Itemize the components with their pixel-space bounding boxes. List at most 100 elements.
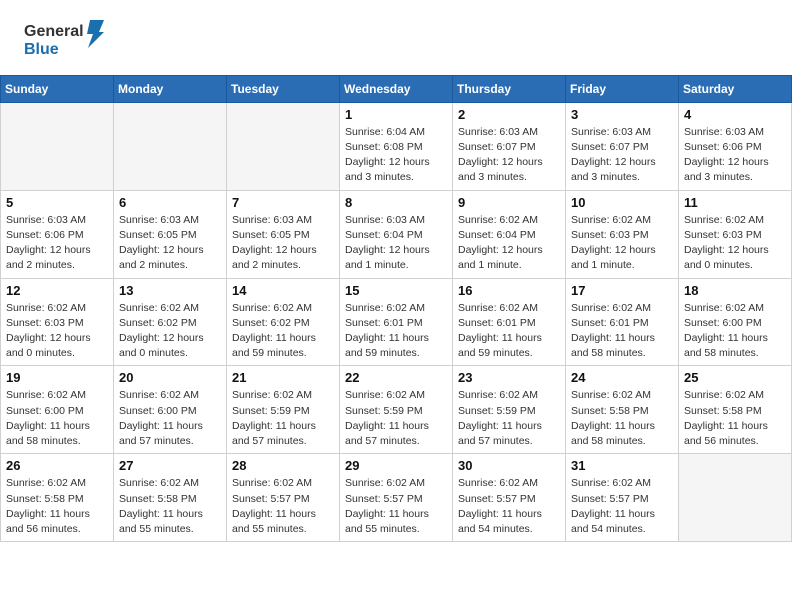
weekday-header-row: SundayMondayTuesdayWednesdayThursdayFrid… [1,75,792,102]
svg-text:General: General [24,23,84,40]
week-row-4: 19 Sunrise: 6:02 AMSunset: 6:00 PMDayligh… [1,366,792,454]
weekday-header-thursday: Thursday [453,75,566,102]
day-cell: 5 Sunrise: 6:03 AMSunset: 6:06 PMDaylight… [1,190,114,278]
day-number: 23 [458,370,560,385]
logo-text: General Blue [24,18,114,65]
day-cell: 22 Sunrise: 6:02 AMSunset: 5:59 PMDayligh… [340,366,453,454]
day-cell [1,102,114,190]
day-info: Sunrise: 6:02 AMSunset: 5:59 PMDaylight:… [458,388,560,449]
day-number: 31 [571,458,673,473]
day-cell: 21Sunrise: 6:02 AMSunset: 5:59 PMDayligh… [227,366,340,454]
day-info: Sunrise: 6:03 AMSunset: 6:05 PMDaylight:… [119,213,221,274]
day-number: 24 [571,370,673,385]
week-row-3: 12 Sunrise: 6:02 AMSunset: 6:03 PMDayligh… [1,278,792,366]
day-cell: 11 Sunrise: 6:02 AMSunset: 6:03 PMDayligh… [679,190,792,278]
day-number: 19 [6,370,108,385]
day-info: Sunrise: 6:02 AMSunset: 6:03 PMDaylight:… [684,213,786,274]
day-number: 14 [232,283,334,298]
weekday-header-monday: Monday [114,75,227,102]
day-number: 11 [684,195,786,210]
day-number: 28 [232,458,334,473]
day-cell: 9 Sunrise: 6:02 AMSunset: 6:04 PMDaylight… [453,190,566,278]
day-number: 27 [119,458,221,473]
day-number: 26 [6,458,108,473]
day-cell: 1 Sunrise: 6:04 AMSunset: 6:08 PMDaylight… [340,102,453,190]
day-info: Sunrise: 6:02 AMSunset: 6:01 PMDaylight:… [571,301,673,362]
day-number: 5 [6,195,108,210]
day-info: Sunrise: 6:03 AMSunset: 6:06 PMDaylight:… [684,125,786,186]
day-cell: 19 Sunrise: 6:02 AMSunset: 6:00 PMDayligh… [1,366,114,454]
day-info: Sunrise: 6:03 AMSunset: 6:07 PMDaylight:… [458,125,560,186]
day-info: Sunrise: 6:02 AMSunset: 6:01 PMDaylight:… [345,301,447,362]
day-info: Sunrise: 6:02 AMSunset: 6:00 PMDaylight:… [119,388,221,449]
day-cell: 25 Sunrise: 6:02 AMSunset: 5:58 PMDayligh… [679,366,792,454]
logo: General Blue [24,18,114,65]
calendar-body: 1 Sunrise: 6:04 AMSunset: 6:08 PMDaylight… [1,102,792,541]
day-info: Sunrise: 6:02 AMSunset: 6:00 PMDaylight:… [6,388,108,449]
day-info: Sunrise: 6:02 AMSunset: 5:57 PMDaylight:… [345,476,447,537]
day-number: 22 [345,370,447,385]
day-cell: 27 Sunrise: 6:02 AMSunset: 5:58 PMDayligh… [114,454,227,542]
day-cell: 14Sunrise: 6:02 AMSunset: 6:02 PMDayligh… [227,278,340,366]
day-number: 13 [119,283,221,298]
calendar-header: SundayMondayTuesdayWednesdayThursdayFrid… [1,75,792,102]
day-number: 1 [345,107,447,122]
day-cell [227,102,340,190]
day-info: Sunrise: 6:02 AMSunset: 5:57 PMDaylight:… [571,476,673,537]
day-cell: 28 Sunrise: 6:02 AMSunset: 5:57 PMDayligh… [227,454,340,542]
day-cell: 12 Sunrise: 6:02 AMSunset: 6:03 PMDayligh… [1,278,114,366]
day-info: Sunrise: 6:02 AMSunset: 6:01 PMDaylight:… [458,301,560,362]
week-row-5: 26 Sunrise: 6:02 AMSunset: 5:58 PMDayligh… [1,454,792,542]
day-info: Sunrise: 6:03 AMSunset: 6:04 PMDaylight:… [345,213,447,274]
day-number: 9 [458,195,560,210]
day-number: 25 [684,370,786,385]
day-cell: 31 Sunrise: 6:02 AMSunset: 5:57 PMDayligh… [566,454,679,542]
day-cell [114,102,227,190]
day-cell: 2 Sunrise: 6:03 AMSunset: 6:07 PMDaylight… [453,102,566,190]
day-info: Sunrise: 6:03 AMSunset: 6:07 PMDaylight:… [571,125,673,186]
day-number: 4 [684,107,786,122]
day-number: 16 [458,283,560,298]
day-cell: 13 Sunrise: 6:02 AMSunset: 6:02 PMDayligh… [114,278,227,366]
day-info: Sunrise: 6:02 AMSunset: 6:03 PMDaylight:… [6,301,108,362]
day-cell: 8 Sunrise: 6:03 AMSunset: 6:04 PMDaylight… [340,190,453,278]
day-info: Sunrise: 6:04 AMSunset: 6:08 PMDaylight:… [345,125,447,186]
day-info: Sunrise: 6:02 AMSunset: 5:58 PMDaylight:… [684,388,786,449]
day-cell: 23 Sunrise: 6:02 AMSunset: 5:59 PMDayligh… [453,366,566,454]
day-number: 2 [458,107,560,122]
day-cell: 4 Sunrise: 6:03 AMSunset: 6:06 PMDaylight… [679,102,792,190]
day-number: 30 [458,458,560,473]
day-cell: 3 Sunrise: 6:03 AMSunset: 6:07 PMDaylight… [566,102,679,190]
day-cell: 10 Sunrise: 6:02 AMSunset: 6:03 PMDayligh… [566,190,679,278]
svg-text:Blue: Blue [24,41,59,58]
day-cell: 29Sunrise: 6:02 AMSunset: 5:57 PMDayligh… [340,454,453,542]
day-cell: 24 Sunrise: 6:02 AMSunset: 5:58 PMDayligh… [566,366,679,454]
day-info: Sunrise: 6:02 AMSunset: 5:59 PMDaylight:… [345,388,447,449]
day-info: Sunrise: 6:02 AMSunset: 6:04 PMDaylight:… [458,213,560,274]
day-info: Sunrise: 6:02 AMSunset: 6:02 PMDaylight:… [119,301,221,362]
day-cell: 18Sunrise: 6:02 AMSunset: 6:00 PMDayligh… [679,278,792,366]
day-number: 10 [571,195,673,210]
calendar: SundayMondayTuesdayWednesdayThursdayFrid… [0,75,792,542]
day-info: Sunrise: 6:03 AMSunset: 6:05 PMDaylight:… [232,213,334,274]
day-cell: 16 Sunrise: 6:02 AMSunset: 6:01 PMDayligh… [453,278,566,366]
weekday-header-friday: Friday [566,75,679,102]
day-cell: 26Sunrise: 6:02 AMSunset: 5:58 PMDayligh… [1,454,114,542]
weekday-header-sunday: Sunday [1,75,114,102]
weekday-header-wednesday: Wednesday [340,75,453,102]
day-info: Sunrise: 6:02 AMSunset: 5:58 PMDaylight:… [571,388,673,449]
week-row-2: 5 Sunrise: 6:03 AMSunset: 6:06 PMDaylight… [1,190,792,278]
day-number: 12 [6,283,108,298]
day-cell: 6Sunrise: 6:03 AMSunset: 6:05 PMDaylight… [114,190,227,278]
day-number: 8 [345,195,447,210]
day-cell [679,454,792,542]
day-info: Sunrise: 6:02 AMSunset: 5:58 PMDaylight:… [119,476,221,537]
week-row-1: 1 Sunrise: 6:04 AMSunset: 6:08 PMDaylight… [1,102,792,190]
day-info: Sunrise: 6:02 AMSunset: 6:03 PMDaylight:… [571,213,673,274]
day-cell: 30Sunrise: 6:02 AMSunset: 5:57 PMDayligh… [453,454,566,542]
day-info: Sunrise: 6:02 AMSunset: 5:57 PMDaylight:… [232,476,334,537]
day-number: 21 [232,370,334,385]
day-number: 17 [571,283,673,298]
day-number: 3 [571,107,673,122]
day-info: Sunrise: 6:03 AMSunset: 6:06 PMDaylight:… [6,213,108,274]
